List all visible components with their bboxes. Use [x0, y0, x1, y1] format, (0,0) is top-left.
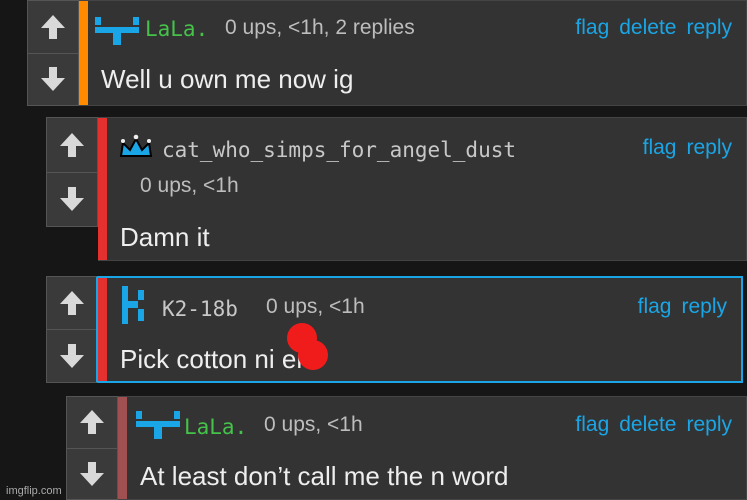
watermark: imgflip.com	[6, 485, 62, 497]
comment-body: LaLa. 0 ups, <1h, 2 replies flag delete …	[79, 0, 747, 106]
arrow-down-icon	[59, 344, 84, 368]
mod-badge-icon	[136, 411, 180, 439]
upvote-button[interactable]	[47, 118, 97, 173]
downvote-button[interactable]	[47, 173, 97, 227]
reply-link[interactable]: reply	[686, 413, 732, 437]
arrow-down-icon	[80, 461, 104, 486]
comment-meta: 0 ups, <1h	[264, 413, 363, 436]
comment-body: cat_who_simps_for_angel_dust 0 ups, <1h …	[98, 117, 747, 261]
comment-1: LaLa. 0 ups, <1h, 2 replies flag delete …	[27, 0, 747, 106]
username[interactable]: LaLa.	[145, 17, 208, 41]
comment-2: cat_who_simps_for_angel_dust 0 ups, <1h …	[46, 117, 747, 261]
censor-dots	[287, 323, 328, 370]
delete-link[interactable]: delete	[619, 413, 676, 437]
username[interactable]: K2-18b	[162, 297, 238, 321]
username[interactable]: cat_who_simps_for_angel_dust	[162, 138, 516, 162]
comment-text: Pick cotton ni er	[120, 344, 305, 374]
flag-link[interactable]: flag	[638, 295, 672, 319]
comment-actions: flag delete reply	[575, 413, 732, 437]
comment-text: At least don’t call me the n word	[140, 461, 509, 491]
comment-text: Well u own me now ig	[101, 64, 354, 94]
k-logo-icon	[122, 286, 144, 324]
thread-stripe	[118, 397, 127, 499]
comment-body: K2-18b 0 ups, <1h flag reply Pick cotton…	[98, 276, 743, 383]
mod-badge-icon	[95, 17, 139, 45]
comment-meta: 0 ups, <1h	[140, 174, 239, 197]
reply-link[interactable]: reply	[686, 136, 732, 160]
flag-link[interactable]: flag	[575, 413, 609, 437]
comment-actions: flag reply	[643, 136, 732, 160]
reply-link[interactable]: reply	[686, 16, 732, 40]
vote-column	[46, 117, 98, 227]
flag-link[interactable]: flag	[575, 16, 609, 40]
vote-column	[66, 396, 118, 500]
upvote-button[interactable]	[67, 397, 117, 449]
comment-body: LaLa. 0 ups, <1h flag delete reply At le…	[118, 396, 747, 500]
vote-column	[46, 276, 98, 383]
arrow-up-icon	[80, 410, 104, 435]
arrow-up-icon	[59, 291, 84, 315]
arrow-down-icon	[60, 187, 84, 212]
comment-4: LaLa. 0 ups, <1h flag delete reply At le…	[66, 396, 747, 500]
thread-stripe	[79, 1, 88, 105]
delete-link[interactable]: delete	[619, 16, 676, 40]
comment-text: Damn it	[120, 222, 210, 252]
flag-link[interactable]: flag	[643, 136, 677, 160]
downvote-button[interactable]	[28, 54, 78, 106]
downvote-button[interactable]	[67, 449, 117, 500]
upvote-button[interactable]	[47, 277, 96, 330]
username[interactable]: LaLa.	[184, 415, 247, 439]
arrow-up-icon	[41, 14, 65, 39]
reply-link[interactable]: reply	[681, 295, 727, 319]
crown-icon	[119, 134, 153, 157]
comment-meta: 0 ups, <1h	[266, 295, 365, 318]
vote-column	[27, 0, 79, 106]
thread-stripe	[98, 118, 107, 260]
comment-actions: flag reply	[638, 295, 727, 319]
comment-meta: 0 ups, <1h, 2 replies	[225, 16, 415, 39]
thread-stripe	[98, 278, 107, 381]
comment-actions: flag delete reply	[575, 16, 732, 40]
arrow-down-icon	[41, 67, 65, 92]
comment-3: K2-18b 0 ups, <1h flag reply Pick cotton…	[46, 276, 743, 383]
downvote-button[interactable]	[47, 330, 96, 382]
arrow-up-icon	[60, 132, 84, 157]
upvote-button[interactable]	[28, 1, 78, 54]
